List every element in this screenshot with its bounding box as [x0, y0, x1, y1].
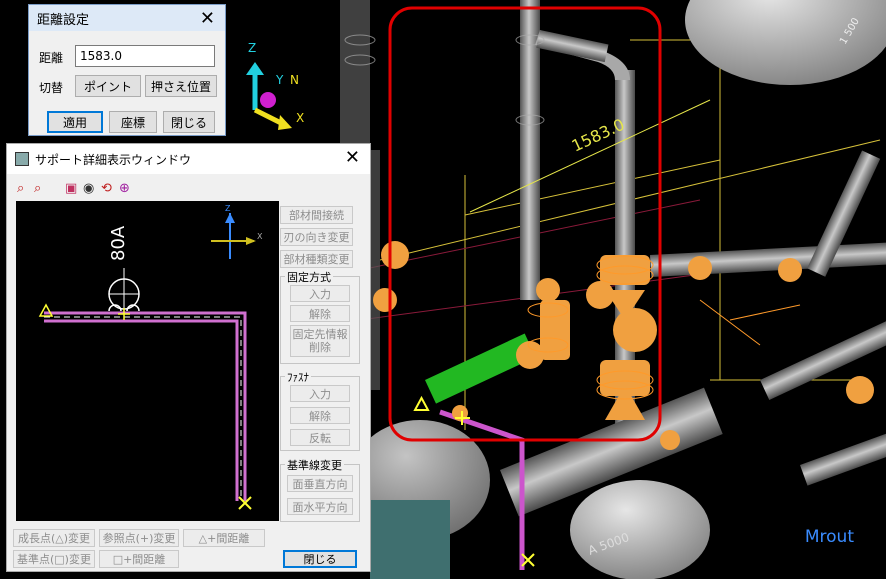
- blade-direction-button[interactable]: 刃の向き変更: [280, 228, 353, 246]
- view-name-label: Mrout: [804, 527, 854, 547]
- fastener-invert-button[interactable]: 反転: [290, 429, 350, 446]
- fix-info-delete-button[interactable]: 固定先情報 削除: [290, 325, 350, 357]
- fix-method-title: 固定方式: [285, 269, 333, 285]
- fix-method-group: 固定方式 入力 解除 固定先情報 削除: [280, 269, 360, 364]
- distance-label: 距離: [39, 51, 64, 65]
- hold-position-button[interactable]: 押さえ位置: [145, 75, 217, 97]
- coordinate-button[interactable]: 座標: [109, 111, 157, 133]
- square-distance-button[interactable]: □+間距離: [99, 550, 179, 568]
- eye-icon[interactable]: ◉: [83, 181, 94, 196]
- axis-gizmo: Z Y N X: [246, 41, 304, 130]
- support-window-titlebar[interactable]: サポート詳細表示ウィンドウ ✕: [7, 144, 370, 174]
- support-parts: [373, 241, 874, 450]
- rotate-view-icon[interactable]: ⟲: [101, 181, 112, 196]
- fastener-input-button[interactable]: 入力: [290, 385, 350, 402]
- support-canvas[interactable]: Z X 80A: [16, 201, 279, 521]
- distance-dialog: 距離設定 ✕ 距離 切替 ポイント 押さえ位置 適用 座標 閉じる: [28, 4, 226, 136]
- base-point-button[interactable]: 基準点(□)変更: [13, 550, 95, 568]
- apply-button[interactable]: 適用: [47, 111, 103, 133]
- zoom-out-icon[interactable]: ⌕: [34, 181, 41, 196]
- fix-input-button[interactable]: 入力: [290, 285, 350, 302]
- support-detail-window: サポート詳細表示ウィンドウ ✕ ⌕ ⌕ ▣ ◉ ⟲ ⊕ Z X 80A 部材間接…: [6, 143, 371, 572]
- toggle-label: 切替: [39, 81, 64, 95]
- point-button[interactable]: ポイント: [75, 75, 141, 97]
- close-button[interactable]: 閉じる: [283, 550, 357, 568]
- svg-text:Y: Y: [275, 73, 284, 87]
- zoom-in-icon[interactable]: ⌕: [17, 181, 24, 196]
- fix-remove-button[interactable]: 解除: [290, 305, 350, 322]
- svg-text:X: X: [296, 111, 304, 125]
- close-icon[interactable]: ✕: [200, 8, 215, 30]
- svg-text:X: X: [257, 232, 263, 241]
- close-icon[interactable]: ✕: [345, 147, 360, 169]
- grow-point-button[interactable]: 成長点(△)変更: [13, 529, 95, 547]
- selected-pipe: [425, 333, 536, 404]
- close-button[interactable]: 閉じる: [163, 111, 215, 133]
- fastener-remove-button[interactable]: 解除: [290, 407, 350, 424]
- distance-dialog-title: 距離設定: [37, 12, 90, 28]
- tank-shape: [685, 0, 886, 85]
- app-icon: [15, 152, 29, 166]
- member-type-button[interactable]: 部材種類変更: [280, 250, 353, 268]
- reference-point-button[interactable]: 参照点(+)変更: [99, 529, 179, 547]
- distance-input[interactable]: [75, 45, 215, 67]
- fastener-title: ﾌｧｽﾅ: [285, 369, 311, 385]
- support-window-title: サポート詳細表示ウィンドウ: [35, 152, 192, 167]
- baseline-title: 基準線変更: [285, 457, 344, 473]
- svg-text:Z: Z: [248, 41, 256, 55]
- svg-text:N: N: [290, 73, 299, 87]
- search-icon[interactable]: ⊕: [119, 181, 130, 196]
- triangle-distance-button[interactable]: △+間距離: [183, 529, 265, 547]
- distance-dialog-titlebar[interactable]: 距離設定 ✕: [29, 5, 225, 31]
- horizontal-direction-button[interactable]: 面水平方向: [287, 498, 353, 515]
- baseline-group: 基準線変更 面垂直方向 面水平方向: [280, 457, 360, 522]
- fastener-group: ﾌｧｽﾅ 入力 解除 反転: [280, 369, 360, 451]
- support-drawing: Z X 80A: [38, 204, 263, 510]
- fit-view-icon[interactable]: ▣: [65, 181, 77, 196]
- size-label: 80A: [108, 225, 129, 261]
- svg-text:Z: Z: [225, 204, 231, 213]
- member-connect-button[interactable]: 部材間接続: [280, 206, 353, 224]
- vertical-direction-button[interactable]: 面垂直方向: [287, 475, 353, 492]
